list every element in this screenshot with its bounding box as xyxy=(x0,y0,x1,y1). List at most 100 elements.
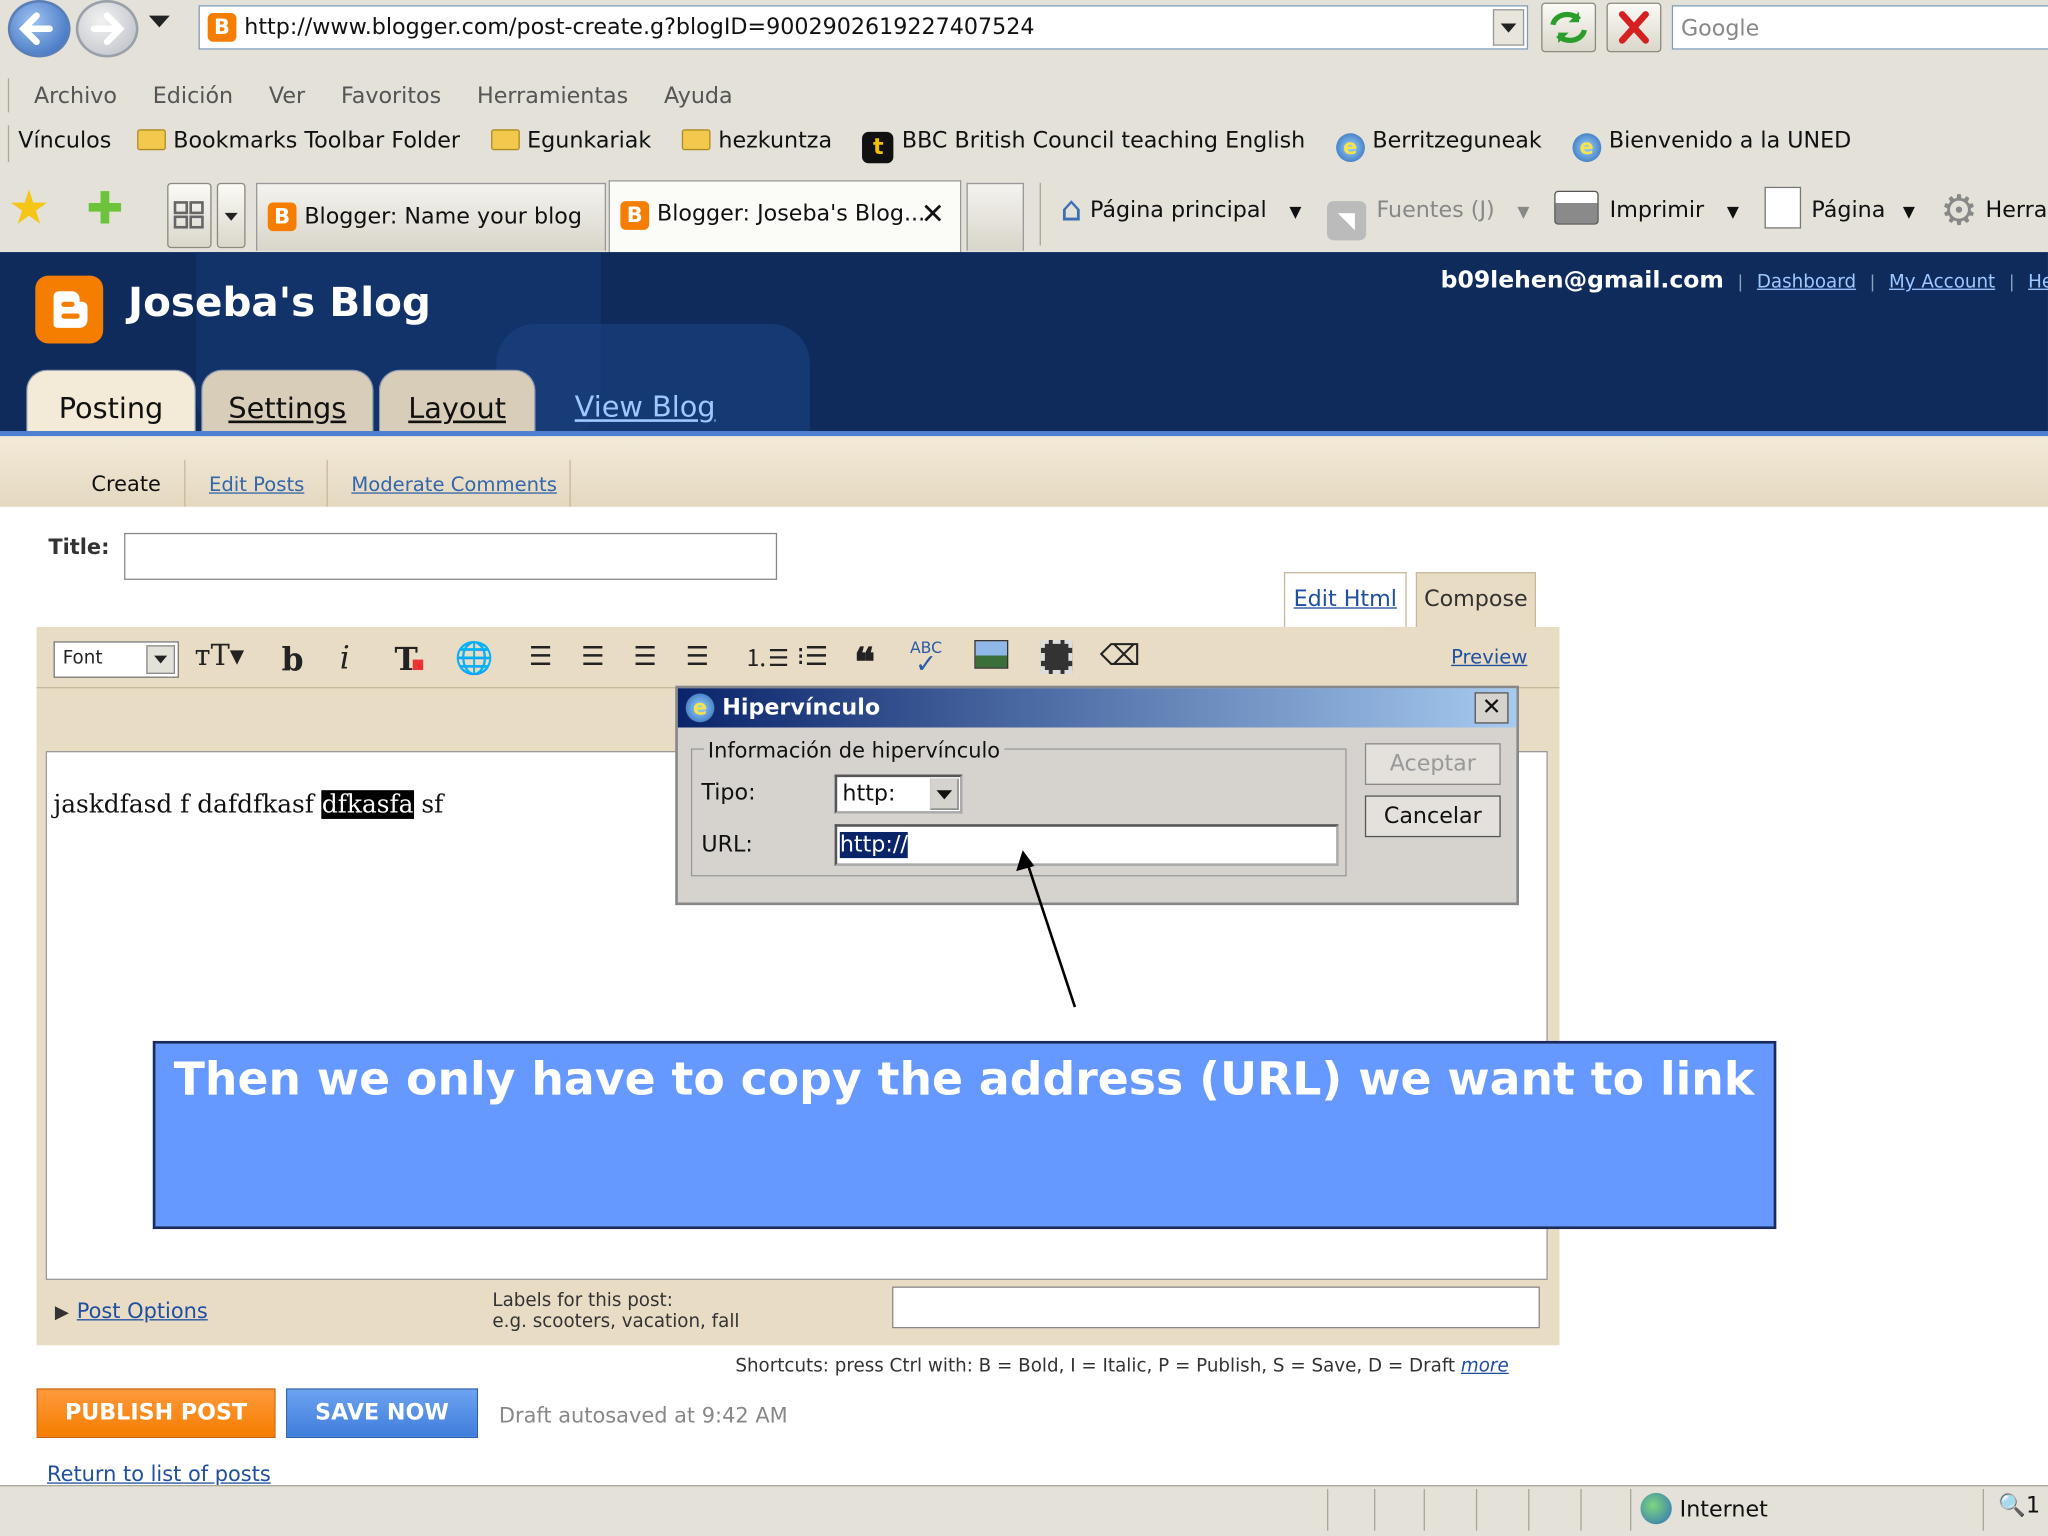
chevron-down-icon xyxy=(146,645,176,674)
menu-bar: Archivo Edición Ver Favoritos Herramient… xyxy=(34,84,733,110)
image-icon[interactable] xyxy=(972,639,1011,679)
quick-tabs-button[interactable] xyxy=(167,182,212,249)
bookmark-6[interactable]: e Bienvenido a la UNED xyxy=(1572,128,1851,162)
blogger-favicon: B xyxy=(267,202,297,232)
edit-html-tab[interactable]: Edit Html xyxy=(1283,572,1407,630)
sub-tab-create[interactable]: Create xyxy=(91,472,160,497)
sub-tab-edit-posts[interactable]: Edit Posts xyxy=(209,473,304,497)
favorites-star-icon[interactable]: ★ xyxy=(8,182,50,235)
align-right-icon[interactable]: ☰ xyxy=(627,640,664,679)
blockquote-icon[interactable]: ❝ xyxy=(846,640,883,686)
links-label: Vínculos xyxy=(18,127,112,155)
back-arrow-icon xyxy=(18,12,53,46)
stop-icon xyxy=(1618,11,1649,44)
zoom-control[interactable]: 🔍1 xyxy=(1998,1493,2040,1519)
shortcuts-more-link[interactable]: more xyxy=(1461,1356,1509,1377)
view-blog-link[interactable]: View Blog xyxy=(575,392,716,425)
return-to-posts-link[interactable]: Return to list of posts xyxy=(47,1462,271,1487)
italic-icon[interactable]: i xyxy=(329,640,360,679)
link-icon[interactable]: 🌐 xyxy=(455,640,494,679)
shortcuts-hint: Shortcuts: press Ctrl with: B = Bold, I … xyxy=(735,1355,1509,1377)
rss-feed-icon: ◥ xyxy=(1326,201,1366,241)
new-tab-button[interactable] xyxy=(966,182,1024,251)
folder-icon xyxy=(490,129,520,151)
menu-ayuda[interactable]: Ayuda xyxy=(664,84,733,110)
save-now-button[interactable]: SAVE NOW xyxy=(286,1388,479,1439)
align-center-icon[interactable]: ☰ xyxy=(575,640,612,679)
bookmark-5[interactable]: e Berritzeguneak xyxy=(1335,128,1542,162)
tab-layout[interactable]: Layout xyxy=(378,369,536,441)
user-email: b09lehen@gmail.com xyxy=(1440,266,1724,294)
font-select[interactable]: Font xyxy=(53,641,179,678)
forward-button[interactable] xyxy=(75,0,139,58)
bookmark-1[interactable]: Bookmarks Toolbar Folder xyxy=(136,128,460,154)
numbered-list-icon[interactable]: ⒈☰ xyxy=(744,640,789,679)
tab-list-button[interactable] xyxy=(216,182,246,249)
tools-command[interactable]: ⚙Herram xyxy=(1940,185,2048,235)
folder-icon xyxy=(136,129,166,151)
text-color-icon[interactable]: T xyxy=(389,640,428,679)
feeds-command[interactable]: ◥ Fuentes (J) ▼ xyxy=(1326,197,1529,241)
menu-archivo[interactable]: Archivo xyxy=(34,84,117,110)
print-command[interactable]: Imprimir ▼ xyxy=(1554,190,1739,225)
tab-settings[interactable]: Settings xyxy=(201,369,374,441)
tab-josebas-blog[interactable]: B Blogger: Joseba's Blog... ✕ xyxy=(608,180,962,254)
address-bar[interactable]: B http://www.blogger.com/post-create.g?b… xyxy=(198,5,1529,50)
instruction-callout: Then we only have to copy the address (U… xyxy=(152,1040,1777,1230)
user-links: b09lehen@gmail.com | Dashboard | My Acco… xyxy=(1441,266,2048,293)
search-input[interactable]: Google xyxy=(1671,5,2048,50)
refresh-icon xyxy=(1550,11,1587,44)
spellcheck-icon[interactable]: ABC ✓ xyxy=(906,640,945,679)
chevron-down-icon[interactable]: ▼ xyxy=(1517,202,1529,220)
blogger-logo-icon xyxy=(35,275,104,344)
my-account-link[interactable]: My Account xyxy=(1889,272,1995,293)
add-favorite-icon[interactable]: ✚ xyxy=(86,183,123,235)
title-input[interactable] xyxy=(124,532,778,580)
dialog-close-button[interactable]: ✕ xyxy=(1474,692,1509,724)
cancelar-button[interactable]: Cancelar xyxy=(1364,795,1501,838)
publish-post-button[interactable]: PUBLISH POST xyxy=(36,1388,276,1439)
refresh-button[interactable] xyxy=(1541,2,1597,53)
site-favicon: B xyxy=(207,13,237,42)
aceptar-button[interactable]: Aceptar xyxy=(1364,743,1501,785)
preview-link[interactable]: Preview xyxy=(1451,645,1527,669)
type-select[interactable]: http: xyxy=(834,774,963,814)
post-options-toggle[interactable]: ▶ Post Options xyxy=(55,1298,208,1323)
chevron-down-icon[interactable]: ▼ xyxy=(1289,202,1301,220)
close-tab-icon[interactable]: ✕ xyxy=(921,199,945,232)
menu-edicion[interactable]: Edición xyxy=(153,84,233,110)
align-left-icon[interactable]: ☰ xyxy=(522,640,559,679)
ie-page-icon: e xyxy=(1572,133,1602,162)
bookmark-2[interactable]: Egunkariak xyxy=(490,128,651,154)
video-icon[interactable] xyxy=(1037,639,1076,679)
address-text: http://www.blogger.com/post-create.g?blo… xyxy=(244,14,1035,41)
justify-icon[interactable]: ☰ xyxy=(679,640,716,679)
stop-button[interactable] xyxy=(1606,2,1662,53)
remove-formatting-icon[interactable]: ⌫ xyxy=(1100,640,1141,679)
font-size-icon[interactable]: тT▾ xyxy=(193,640,245,679)
quick-tabs-icon xyxy=(173,201,204,229)
sub-tab-moderate-comments[interactable]: Moderate Comments xyxy=(351,473,557,497)
bookmark-4[interactable]: t BBC British Council teaching English xyxy=(862,128,1305,164)
menu-ver[interactable]: Ver xyxy=(269,84,305,110)
menu-herramientas[interactable]: Herramientas xyxy=(477,84,628,110)
dashboard-link[interactable]: Dashboard xyxy=(1757,272,1856,293)
help-link[interactable]: Help xyxy=(2028,272,2048,293)
chevron-down-icon[interactable]: ▼ xyxy=(1727,202,1739,220)
back-button[interactable] xyxy=(7,0,71,58)
home-command[interactable]: ⌂ Página principal ▼ xyxy=(1061,191,1302,230)
history-dropdown-icon[interactable] xyxy=(148,15,170,28)
chevron-down-icon[interactable]: ▼ xyxy=(1903,202,1915,220)
address-dropdown-icon[interactable] xyxy=(1492,9,1525,46)
annotation-arrow xyxy=(1016,850,1077,1008)
compose-tab[interactable]: Compose xyxy=(1415,572,1536,630)
url-value: http:// xyxy=(839,831,908,859)
blogger-favicon: B xyxy=(620,201,650,230)
bookmark-3[interactable]: hezkuntza xyxy=(681,128,832,154)
bullet-list-icon[interactable]: ⁝☰ xyxy=(794,640,831,679)
menu-favoritos[interactable]: Favoritos xyxy=(341,84,441,110)
labels-input[interactable] xyxy=(892,1286,1540,1329)
bold-icon[interactable]: b xyxy=(277,640,308,679)
page-command[interactable]: Página ▼ xyxy=(1764,186,1915,229)
tab-name-your-blog[interactable]: B Blogger: Name your blog xyxy=(255,182,607,251)
